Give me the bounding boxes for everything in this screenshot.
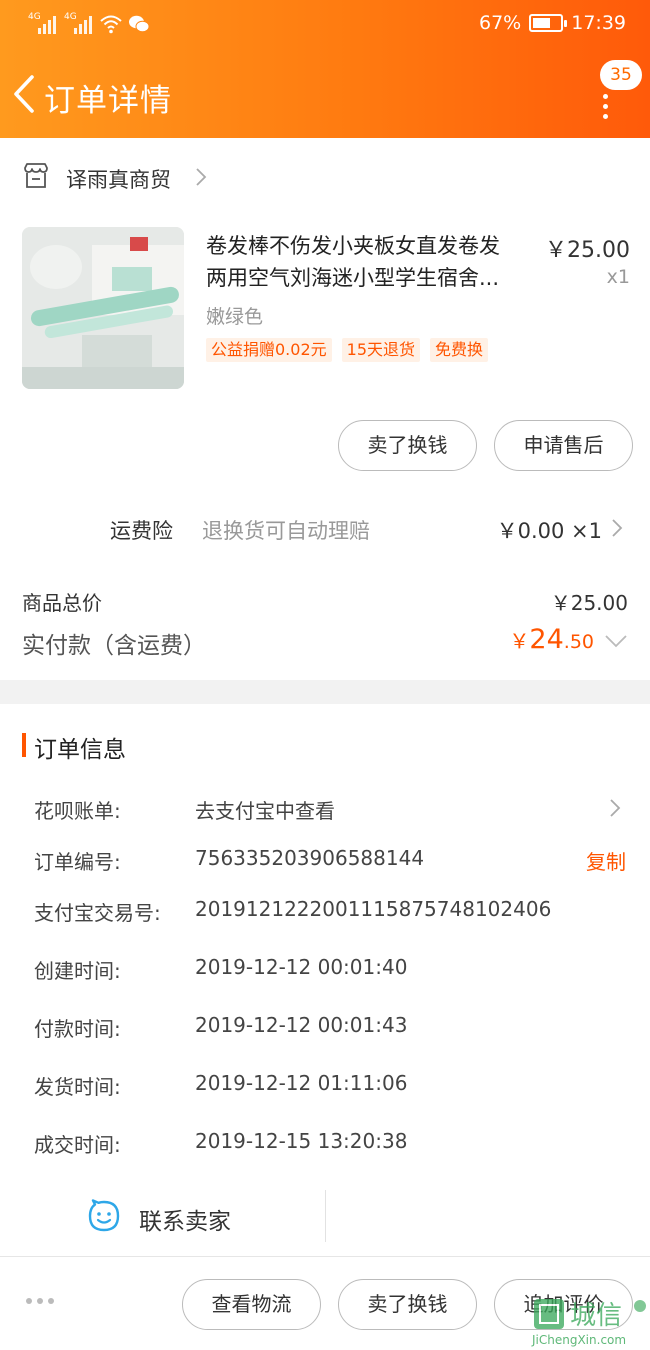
order-number-row: 订单编号: 756335203906588144 复制 — [0, 840, 650, 880]
app-header: 4G 4G 67% 17:39 订单详情 35 — [0, 0, 650, 138]
insurance-price: ￥0.00 ×1 — [496, 519, 602, 543]
info-key: 花呗账单: — [34, 799, 121, 823]
signal-icon: 4G — [28, 12, 58, 34]
product-photo — [22, 227, 184, 389]
info-key: 发货时间: — [34, 1075, 121, 1099]
product-price: ￥25.00 — [545, 238, 630, 263]
info-value: 2019-12-12 00:01:40 — [195, 955, 408, 979]
clock: 17:39 — [571, 12, 626, 34]
product-quantity: x1 — [606, 266, 630, 288]
contact-seller-button[interactable]: 联系卖家 — [84, 1188, 284, 1244]
info-key: 成交时间: — [34, 1133, 121, 1157]
view-logistics-button[interactable]: 查看物流 — [182, 1279, 321, 1330]
paid-amount-label: 实付款（含运费） — [22, 633, 206, 659]
status-bar: 4G 4G 67% 17:39 — [0, 0, 650, 50]
huabei-bill-row[interactable]: 花呗账单: 去支付宝中查看 — [0, 789, 650, 829]
shop-row[interactable]: 译雨真商贸 — [0, 138, 650, 216]
contact-seller-label: 联系卖家 — [139, 1209, 231, 1235]
battery-percent: 67% — [479, 12, 522, 34]
chevron-right-icon — [196, 168, 207, 186]
info-value: 去支付宝中查看 — [195, 799, 335, 823]
service-tags: 公益捐赠0.02元 15天退货 免费换 — [206, 338, 489, 362]
created-time-row: 创建时间: 2019-12-12 00:01:40 — [0, 949, 650, 989]
after-sales-button[interactable]: 申请售后 — [494, 420, 633, 471]
shop-name: 译雨真商贸 — [66, 168, 171, 192]
info-key: 订单编号: — [34, 850, 121, 874]
nav-bar: 订单详情 35 — [0, 50, 650, 138]
message-count-badge: 35 — [600, 60, 642, 90]
item-actions: 卖了换钱 申请售后 — [0, 420, 650, 472]
paid-amount-row[interactable]: 实付款（含运费） ￥24.50 — [0, 620, 650, 664]
more-actions-button[interactable] — [26, 1295, 66, 1309]
status-left: 4G 4G — [28, 12, 150, 34]
status-right: 67% 17:39 — [479, 12, 626, 34]
shipping-insurance-row[interactable]: 运费险 退换货可自动理赔 ￥0.00 ×1 — [0, 500, 650, 556]
wechat-icon — [129, 15, 150, 33]
return-policy-tag: 15天退货 — [341, 338, 421, 362]
info-key: 创建时间: — [34, 959, 121, 983]
goods-total-row: 商品总价 ￥25.00 — [0, 585, 650, 617]
section-accent-bar — [22, 733, 26, 757]
chevron-right-icon — [612, 519, 623, 537]
insurance-label: 运费险 — [110, 519, 173, 543]
info-key: 付款时间: — [34, 1017, 121, 1041]
order-item[interactable]: 卷发棒不伤发小夹板女直发卷发 两用空气刘海迷小型学生宿舍... ￥25.00 x… — [0, 216, 650, 406]
paid-time-row: 付款时间: 2019-12-12 00:01:43 — [0, 1007, 650, 1047]
info-key: 支付宝交易号: — [34, 901, 161, 925]
paid-amount-value: ￥24.50 — [509, 624, 594, 655]
resell-button-bottom[interactable]: 卖了换钱 — [338, 1279, 477, 1330]
product-title-line: 卷发棒不伤发小夹板女直发卷发 — [206, 234, 500, 258]
vertical-divider — [325, 1190, 326, 1242]
info-value: 2019-12-12 00:01:43 — [195, 1013, 408, 1037]
section-divider — [0, 680, 650, 704]
chevron-right-icon — [610, 799, 621, 817]
copy-order-number-button[interactable]: 复制 — [586, 846, 626, 875]
resell-button[interactable]: 卖了换钱 — [338, 420, 477, 471]
page-title: 订单详情 — [44, 83, 172, 119]
free-exchange-tag: 免费换 — [430, 338, 489, 362]
product-title: 卷发棒不伤发小夹板女直发卷发 两用空气刘海迷小型学生宿舍... — [206, 230, 542, 294]
more-menu-button[interactable]: 35 — [582, 56, 642, 136]
product-image — [22, 227, 184, 389]
shipped-time-row: 发货时间: 2019-12-12 01:11:06 — [0, 1065, 650, 1105]
back-button[interactable] — [8, 72, 44, 116]
paid-integer: 24 — [529, 624, 564, 655]
chevron-left-icon — [14, 75, 34, 113]
goods-total-label: 商品总价 — [22, 591, 102, 615]
completed-time-row: 成交时间: 2019-12-15 13:20:38 — [0, 1123, 650, 1163]
chat-bubble-icon — [88, 1199, 120, 1232]
charity-tag: 公益捐赠0.02元 — [206, 338, 332, 362]
info-value: 2019121222001115875748102406 — [195, 897, 552, 921]
order-info-title: 订单信息 — [34, 737, 126, 763]
bottom-action-bar: 查看物流 卖了换钱 追加评价 — [0, 1256, 650, 1350]
wifi-icon — [100, 15, 122, 34]
info-value: 756335203906588144 — [195, 846, 425, 870]
battery-level — [533, 18, 551, 28]
store-icon — [24, 163, 48, 188]
contact-row: 联系卖家 — [0, 1188, 650, 1244]
paid-currency: ￥ — [509, 629, 530, 653]
goods-total-value: ￥25.00 — [550, 591, 628, 615]
insurance-description: 退换货可自动理赔 — [202, 519, 370, 543]
info-value: 2019-12-15 13:20:38 — [195, 1129, 408, 1153]
battery-icon — [529, 14, 568, 32]
more-vertical-icon — [603, 94, 609, 120]
product-title-line: 两用空气刘海迷小型学生宿舍... — [206, 266, 500, 290]
signal-icon: 4G — [64, 12, 94, 34]
chevron-down-icon — [605, 635, 627, 648]
paid-decimal: .50 — [563, 631, 594, 653]
add-review-button[interactable]: 追加评价 — [494, 1279, 633, 1330]
order-info-header: 订单信息 — [0, 704, 650, 784]
product-sku: 嫩绿色 — [206, 306, 264, 328]
info-value: 2019-12-12 01:11:06 — [195, 1071, 408, 1095]
alipay-trade-row: 支付宝交易号: 2019121222001115875748102406 — [0, 891, 650, 931]
